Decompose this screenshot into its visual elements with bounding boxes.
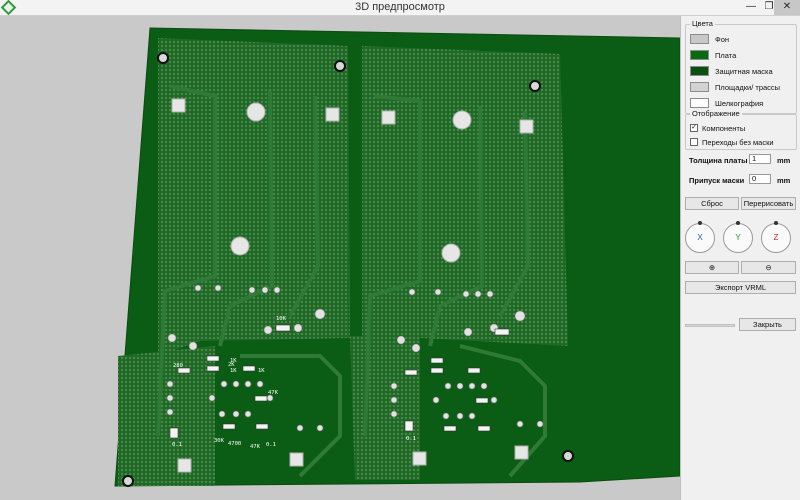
display-section-title: Отображение bbox=[690, 109, 742, 118]
mask-margin-unit: mm bbox=[777, 176, 791, 185]
silk-label: 10K bbox=[276, 316, 287, 322]
silk-label: 47K bbox=[268, 390, 279, 396]
color-label: Плата bbox=[715, 51, 737, 60]
board-thickness-input[interactable]: 1 bbox=[749, 154, 771, 164]
silk-label: 1K bbox=[230, 358, 237, 364]
silk-label: 0.1 bbox=[172, 442, 182, 448]
square-pad bbox=[381, 110, 396, 125]
export-vrml-button[interactable]: Экспорт VRML bbox=[685, 281, 796, 294]
silk-label: 4700 bbox=[228, 441, 241, 447]
silk-label: 30K bbox=[214, 438, 225, 444]
redraw-button[interactable]: Перерисовать bbox=[741, 197, 796, 210]
square-pad bbox=[171, 98, 186, 113]
silkscreen-color-swatch[interactable] bbox=[690, 98, 709, 108]
lower-pour-left bbox=[118, 346, 215, 486]
square-pad bbox=[289, 452, 304, 467]
color-label: Защитная маска bbox=[715, 67, 773, 76]
rotate-z-dial[interactable]: Z bbox=[761, 221, 791, 253]
pcb-render: 10K 2K 1K 1K 1K 280 47K 4700 30K 47K 0.1… bbox=[114, 27, 680, 487]
silk-label: 1K bbox=[230, 368, 237, 374]
square-pad bbox=[519, 119, 534, 134]
square-pad bbox=[514, 445, 529, 460]
mask-margin-label: Припуск маски bbox=[689, 176, 745, 185]
close-button[interactable]: Закрыть bbox=[739, 318, 796, 331]
large-hole bbox=[441, 243, 461, 263]
lower-pour-right bbox=[350, 336, 420, 480]
square-pad bbox=[177, 458, 192, 473]
mount-hole-tm bbox=[334, 60, 346, 72]
background-color-swatch[interactable] bbox=[690, 34, 709, 44]
vias-label: Переходы без маски bbox=[702, 138, 774, 147]
color-label: Шелкография bbox=[715, 99, 764, 108]
pads-color-swatch[interactable] bbox=[690, 82, 709, 92]
settings-panel: Цвета Фон Плата Защитная маска Площадки/… bbox=[680, 16, 800, 500]
vias-checkbox[interactable] bbox=[690, 138, 698, 146]
close-window-button[interactable]: ✕ bbox=[774, 0, 800, 15]
mask-color-swatch[interactable] bbox=[690, 66, 709, 76]
display-group: Отображение ✓ Компоненты Переходы без ма… bbox=[685, 109, 797, 150]
silk-label: 1K bbox=[258, 368, 265, 374]
zoom-in-button[interactable]: ⊕ bbox=[685, 261, 739, 274]
large-hole bbox=[246, 102, 266, 122]
color-row-background[interactable]: Фон bbox=[690, 34, 794, 46]
components-checkbox-row[interactable]: ✓ Компоненты bbox=[690, 123, 796, 134]
mount-hole-br bbox=[562, 450, 574, 462]
board-color-swatch[interactable] bbox=[690, 50, 709, 60]
mask-margin-input[interactable]: 0 bbox=[749, 174, 771, 184]
silk-label: 280 bbox=[173, 363, 183, 369]
silk-label: 0.1 bbox=[406, 436, 416, 442]
large-hole bbox=[452, 110, 472, 130]
color-label: Площадки/ трассы bbox=[715, 83, 781, 92]
window-title: 3D предпросмотр bbox=[355, 1, 445, 13]
silk-label: 0.1 bbox=[266, 442, 276, 448]
color-row-pads[interactable]: Площадки/ трассы bbox=[690, 82, 794, 94]
square-pad bbox=[325, 107, 340, 122]
color-row-mask[interactable]: Защитная маска bbox=[690, 66, 794, 78]
square-pad bbox=[412, 451, 427, 466]
reset-button[interactable]: Сброс bbox=[685, 197, 739, 210]
large-hole bbox=[230, 236, 250, 256]
color-row-board[interactable]: Плата bbox=[690, 50, 794, 62]
components-checkbox[interactable]: ✓ bbox=[690, 124, 698, 132]
board-thickness-label: Толщина платы bbox=[689, 156, 748, 165]
ground-pour-left bbox=[158, 38, 350, 356]
color-label: Фон bbox=[715, 35, 730, 44]
mount-hole-tl bbox=[157, 52, 169, 64]
title-bar: 3D предпросмотр — ❐ ✕ bbox=[0, 0, 800, 16]
vias-checkbox-row[interactable]: Переходы без маски bbox=[690, 137, 796, 148]
mount-hole-tr bbox=[529, 80, 541, 92]
rotate-x-dial[interactable]: X bbox=[685, 221, 715, 253]
mount-hole-bl bbox=[122, 475, 134, 487]
pcb-3d-viewport[interactable]: 10K 2K 1K 1K 1K 280 47K 4700 30K 47K 0.1… bbox=[0, 16, 680, 500]
components-label: Компоненты bbox=[702, 124, 746, 133]
zoom-out-button[interactable]: ⊖ bbox=[741, 261, 796, 274]
rotate-y-dial[interactable]: Y bbox=[723, 221, 753, 253]
silk-label: 47K bbox=[250, 444, 261, 450]
colors-section-title: Цвета bbox=[690, 19, 715, 28]
colors-group: Цвета Фон Плата Защитная маска Площадки/… bbox=[685, 19, 797, 114]
zoom-slider[interactable] bbox=[685, 324, 735, 327]
board-thickness-unit: mm bbox=[777, 156, 791, 165]
